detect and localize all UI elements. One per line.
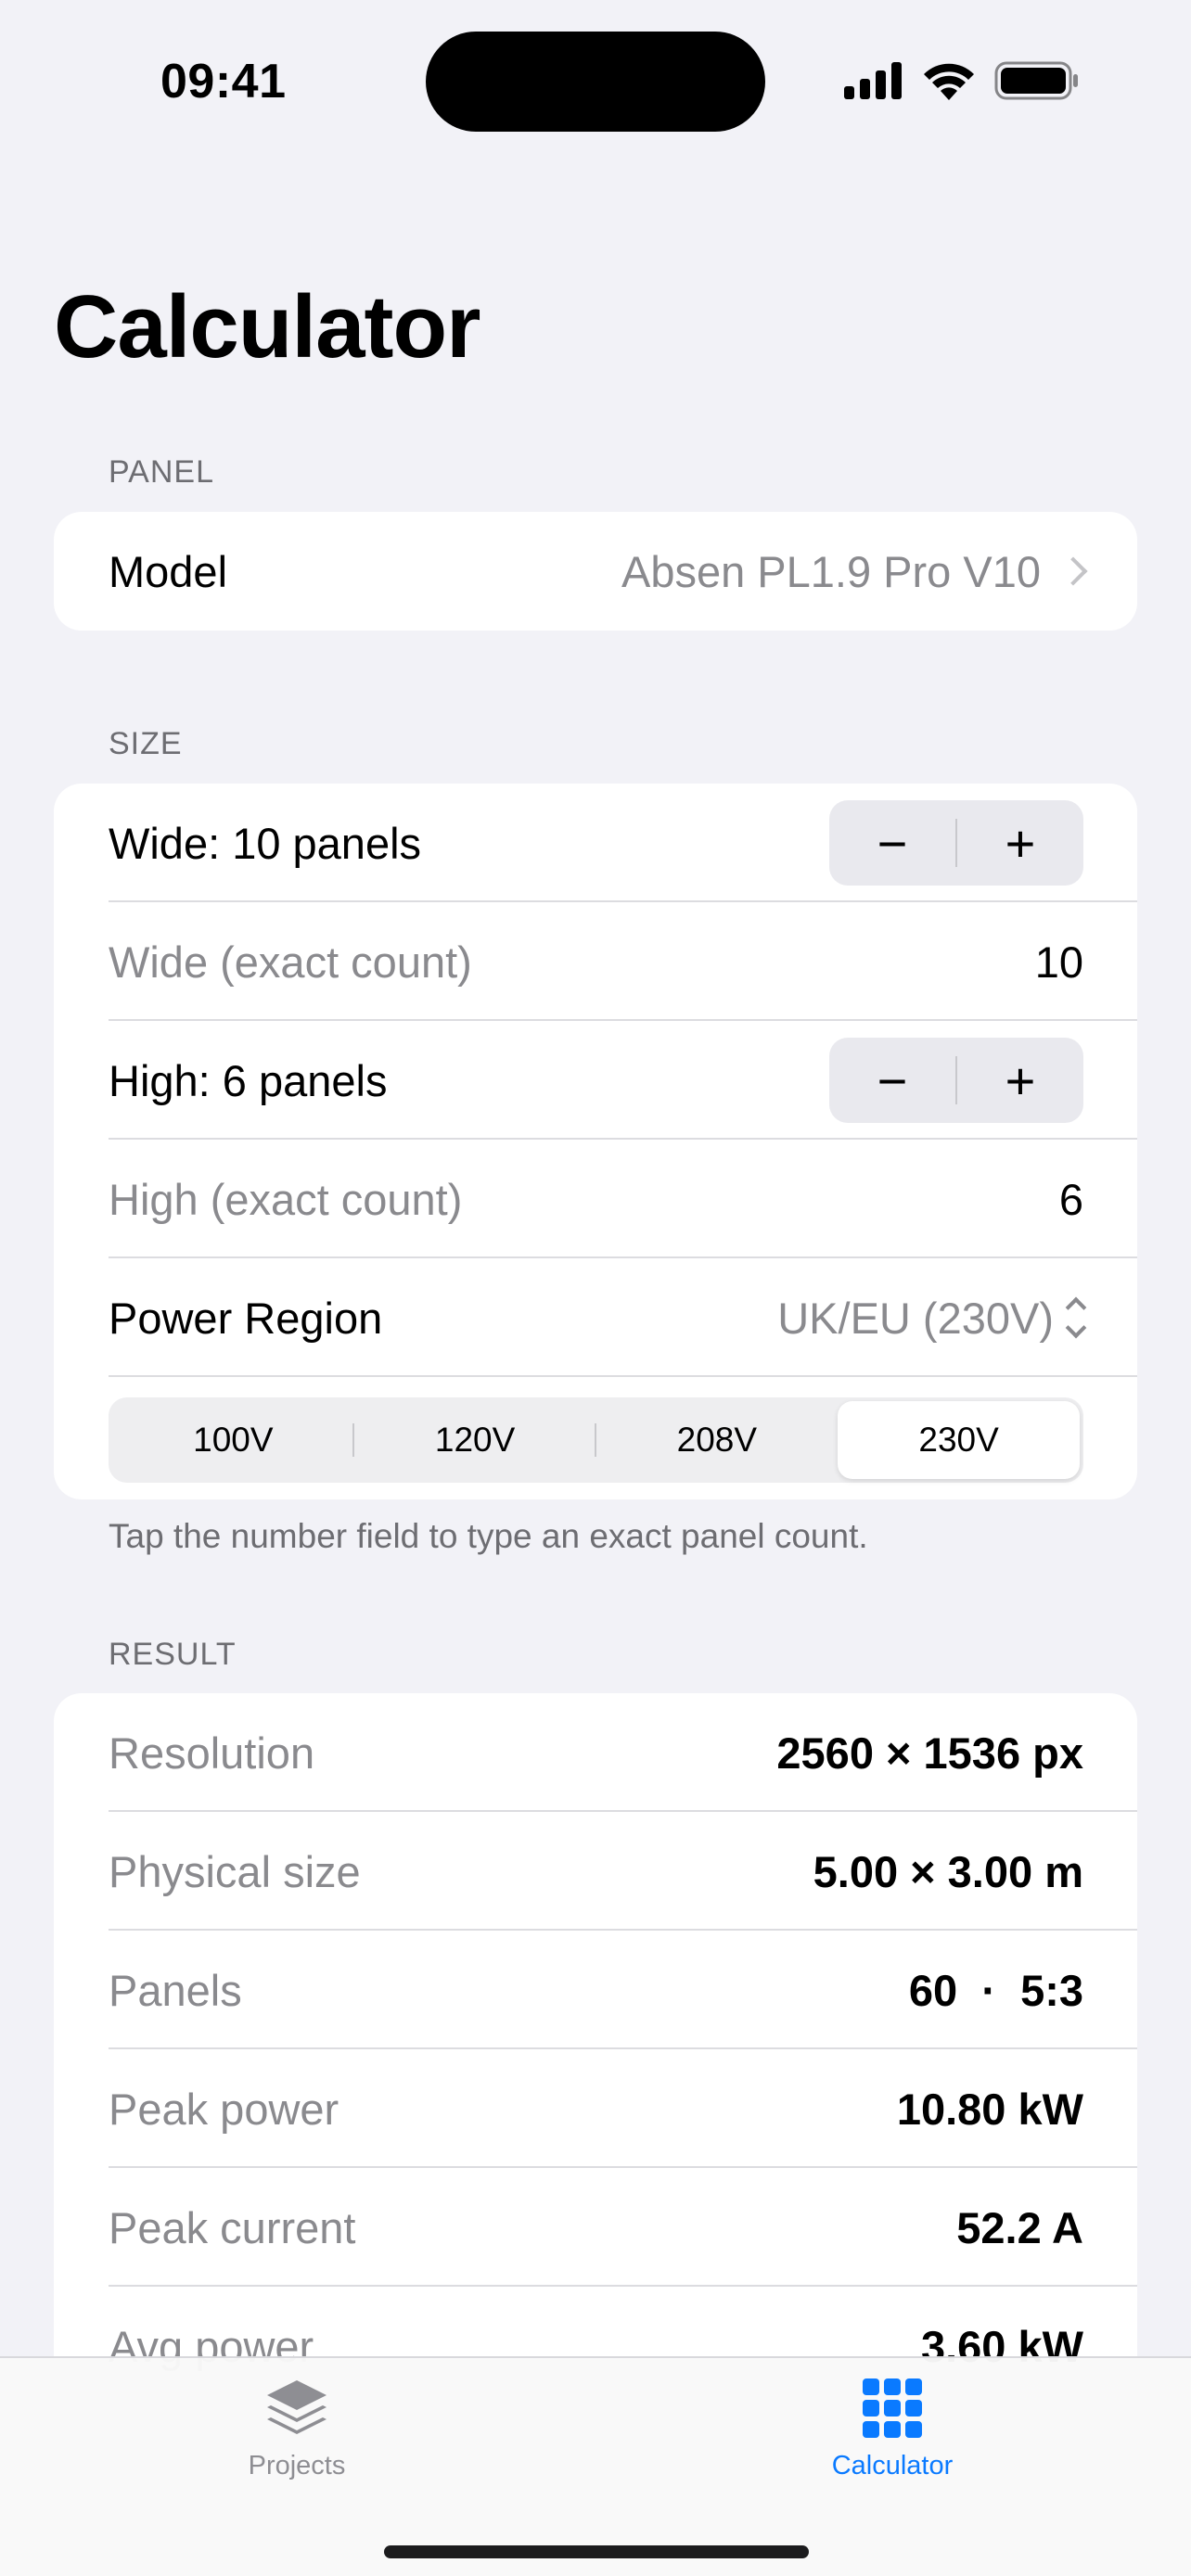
result-value-peak-power: 10.80 kW [896, 2084, 1083, 2134]
dynamic-island [426, 32, 765, 132]
stack-icon [267, 2380, 327, 2434]
result-label-resolution: Resolution [109, 1728, 315, 1778]
model-label: Model [109, 546, 228, 596]
wide-exact-label: Wide (exact count) [109, 937, 472, 987]
high-exact-row[interactable]: High (exact count) 6 [54, 1140, 1137, 1258]
result-label-peak-power: Peak power [109, 2084, 339, 2134]
result-row: Peak power 10.80 kW [54, 2049, 1137, 2168]
section-header-panel: PANEL [109, 454, 214, 490]
wide-decrement-button[interactable]: − [829, 800, 955, 886]
result-row: Resolution 2560 × 1536 px [54, 1693, 1137, 1812]
result-value-panels: 60 · 5:3 [908, 1965, 1083, 2015]
result-row: Physical size 5.00 × 3.00 m [54, 1812, 1137, 1931]
result-row: Peak current 52.2 A [54, 2168, 1137, 2287]
voltage-segmented-control: 100V 120V 208V 230V [109, 1397, 1083, 1483]
power-region-row[interactable]: Power Region UK/EU (230V) [54, 1258, 1137, 1377]
high-decrement-button[interactable]: − [829, 1038, 955, 1123]
page-title: Calculator [54, 277, 480, 376]
model-value: Absen PL1.9 Pro V10 [621, 546, 1041, 596]
wide-increment-button[interactable]: + [957, 800, 1083, 886]
section-header-size: SIZE [109, 726, 183, 761]
segment-230v[interactable]: 230V [838, 1401, 1080, 1479]
wide-exact-field[interactable]: 10 [1035, 937, 1083, 988]
segment-120v[interactable]: 120V [354, 1401, 596, 1479]
tab-projects[interactable]: Projects [158, 2375, 436, 2481]
chevron-up-down-icon [1065, 1296, 1087, 1339]
wifi-icon [924, 63, 974, 100]
high-stepper: − + [829, 1038, 1083, 1123]
result-value-physical-size: 5.00 × 3.00 m [813, 1846, 1083, 1896]
home-indicator[interactable] [384, 2545, 809, 2558]
size-footnote: Tap the number field to type an exact pa… [109, 1517, 868, 1555]
battery-icon [994, 61, 1078, 100]
wide-stepper: − + [829, 800, 1083, 886]
tab-label-projects: Projects [248, 2451, 346, 2480]
tab-label-calculator: Calculator [831, 2451, 954, 2480]
size-card: Wide: 10 panels − + Wide (exact count) 1… [54, 784, 1137, 1499]
section-header-result: RESULT [109, 1637, 237, 1672]
chevron-right-icon [1058, 556, 1088, 586]
wide-exact-row[interactable]: Wide (exact count) 10 [54, 902, 1137, 1021]
segment-208v[interactable]: 208V [596, 1401, 839, 1479]
segment-100v[interactable]: 100V [112, 1401, 354, 1479]
grid-icon [863, 2378, 922, 2438]
tab-calculator[interactable]: Calculator [753, 2375, 1031, 2481]
status-time: 09:41 [160, 55, 287, 108]
result-label-panels: Panels [109, 1965, 242, 2015]
high-exact-field[interactable]: 6 [1059, 1174, 1083, 1225]
high-exact-label: High (exact count) [109, 1174, 463, 1224]
result-value-resolution: 2560 × 1536 px [776, 1728, 1083, 1778]
result-row: Panels 60 · 5:3 [54, 1931, 1137, 2049]
power-region-value[interactable]: UK/EU (230V) [777, 1293, 1054, 1344]
screen: 09:41 Calculator PANEL Model Absen PL1.9… [0, 0, 1191, 2576]
result-label-peak-current: Peak current [109, 2202, 356, 2252]
result-value-peak-current: 52.2 A [956, 2202, 1083, 2252]
status-icons [844, 61, 1080, 100]
model-row[interactable]: Model Absen PL1.9 Pro V10 [54, 512, 1137, 631]
result-label-physical-size: Physical size [109, 1846, 361, 1896]
cellular-signal-icon [844, 62, 902, 99]
wide-label: Wide: 10 panels [109, 818, 422, 868]
high-stepper-row: High: 6 panels − + [54, 1021, 1137, 1140]
tab-bar: Projects Calculator [0, 2356, 1191, 2576]
power-region-label: Power Region [109, 1293, 383, 1343]
high-increment-button[interactable]: + [957, 1038, 1083, 1123]
wide-stepper-row: Wide: 10 panels − + [54, 784, 1137, 902]
high-label: High: 6 panels [109, 1055, 388, 1105]
panel-card: Model Absen PL1.9 Pro V10 [54, 512, 1137, 631]
